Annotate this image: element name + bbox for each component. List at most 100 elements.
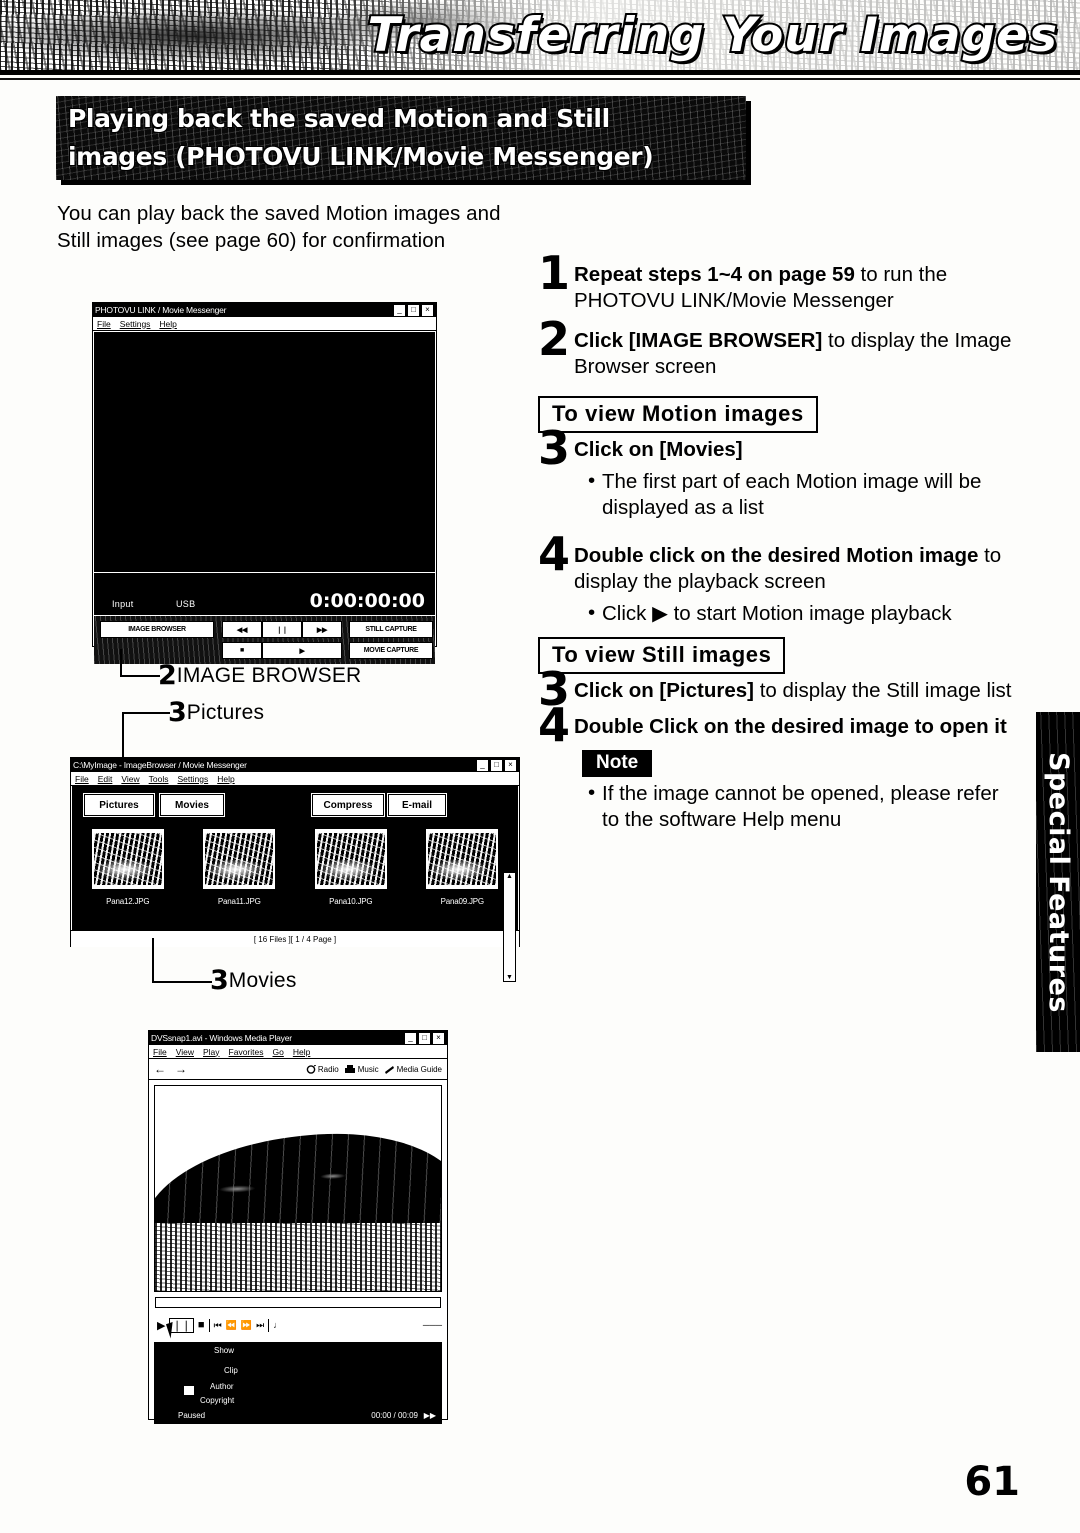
step-3-still-rest: to display the Still image list	[754, 679, 1012, 702]
step-1-bold: Repeat steps 1~4 on page 59	[574, 263, 855, 286]
mute-icon[interactable]: ♩	[273, 1320, 282, 1330]
callout-3b-number: 3	[210, 965, 229, 996]
play-triangle-icon: ▶	[652, 602, 668, 625]
info-clip-label: Clip	[224, 1366, 238, 1375]
tab-pictures[interactable]: Pictures	[84, 794, 154, 816]
menu-settings[interactable]: Settings	[177, 774, 208, 784]
step-4-number: 4	[538, 527, 571, 581]
menu-go[interactable]: Go	[273, 1047, 284, 1057]
compress-button[interactable]: Compress	[312, 794, 384, 816]
menu-file[interactable]: File	[75, 774, 89, 784]
fast-forward-button[interactable]: ⏩	[241, 1320, 252, 1331]
menu-tools[interactable]: Tools	[149, 774, 169, 784]
email-button[interactable]: E-mail	[388, 794, 446, 816]
step-2-bold: Click [IMAGE BROWSER]	[574, 329, 823, 352]
scroll-down-icon[interactable]: ▼	[506, 974, 513, 981]
thumbnail-item[interactable]: Pana10.JPG	[295, 829, 407, 906]
info-more-icon: ▶▶	[423, 1411, 436, 1420]
close-icon[interactable]: ×	[432, 1031, 445, 1045]
info-copyright-label: Copyright	[200, 1396, 235, 1405]
maximize-icon[interactable]: □	[407, 303, 420, 317]
shot3-toolbar: ← → Radio Music Media Guide	[149, 1059, 447, 1080]
callout-movies: 3Movies	[210, 965, 297, 996]
thumbnail-scrollbar[interactable]: ▲ ▼	[503, 872, 516, 982]
note-bullet: If the image cannot be opened, please re…	[588, 780, 1013, 833]
callout-leader-3b-horizontal	[152, 981, 212, 984]
seek-bar[interactable]	[155, 1297, 441, 1308]
minimize-icon[interactable]: _	[404, 1031, 417, 1045]
note-bullets: If the image cannot be opened, please re…	[582, 780, 1013, 833]
movie-capture-button[interactable]: MOVIE CAPTURE	[349, 642, 433, 659]
thumbnail-filename: Pana10.JPG	[329, 897, 373, 906]
menu-help[interactable]: Help	[159, 319, 176, 329]
transport-divider	[208, 1318, 210, 1332]
stop-button[interactable]: ■	[222, 642, 262, 659]
back-icon[interactable]: ←	[154, 1062, 169, 1076]
minimize-icon[interactable]: _	[476, 758, 489, 772]
close-icon[interactable]: ×	[504, 758, 517, 772]
volume-slider[interactable]: ───	[423, 1320, 442, 1330]
thumbnail-item[interactable]: Pana11.JPG	[184, 829, 296, 906]
callout-pictures: 3Pictures	[168, 697, 264, 728]
menu-settings[interactable]: Settings	[120, 319, 151, 329]
menu-edit[interactable]: Edit	[98, 774, 113, 784]
menu-help[interactable]: Help	[293, 1047, 310, 1057]
shot3-menubar: File View Play Favorites Go Help	[149, 1045, 447, 1059]
menu-file[interactable]: File	[153, 1047, 167, 1057]
close-icon[interactable]: ×	[421, 303, 434, 317]
shot3-transport-controls: ▶ ❘❘ ■ ⏮ ⏪ ⏩ ⏭ ♩ ───	[154, 1310, 442, 1340]
still-capture-button[interactable]: STILL CAPTURE	[349, 621, 433, 638]
maximize-icon[interactable]: □	[418, 1031, 431, 1045]
radio-button[interactable]: Radio	[306, 1064, 339, 1074]
menu-file[interactable]: File	[97, 319, 111, 329]
step-4-bullets: Click ▶ to start Motion image playback	[538, 600, 1013, 627]
menu-view[interactable]: View	[121, 774, 139, 784]
maximize-icon[interactable]: □	[490, 758, 503, 772]
menu-help[interactable]: Help	[217, 774, 234, 784]
timecode-display: 0:00:00:00	[309, 590, 425, 612]
step-4-bullet-b: to start Motion image playback	[667, 602, 952, 625]
scroll-up-icon[interactable]: ▲	[506, 873, 513, 880]
subheading-motion-images: To view Motion images	[538, 396, 818, 433]
forward-icon[interactable]: →	[175, 1062, 190, 1076]
shot1-titlebar: PHOTOVU LINK / Movie Messenger _ □ ×	[93, 303, 436, 317]
step-4-motion: 4 Double click on the desired Motion ima…	[538, 531, 1013, 595]
menu-play[interactable]: Play	[203, 1047, 220, 1057]
shot1-video-area	[94, 332, 435, 572]
menu-favorites[interactable]: Favorites	[229, 1047, 264, 1057]
media-guide-button[interactable]: Media Guide	[384, 1065, 442, 1074]
step-4-still-bold: Double Click on the desired image to ope…	[574, 715, 1007, 738]
shot2-menubar: File Edit View Tools Settings Help	[71, 772, 519, 786]
media-info-icon	[184, 1386, 194, 1395]
callout-2-label: IMAGE BROWSER	[176, 664, 362, 687]
rewind-button[interactable]: ◀◀	[222, 621, 262, 638]
image-browser-button[interactable]: IMAGE BROWSER	[100, 621, 214, 638]
callout-3a-label: Pictures	[186, 701, 265, 724]
previous-button[interactable]: ⏮	[214, 1320, 222, 1331]
tab-movies[interactable]: Movies	[160, 794, 224, 816]
thumbnail-item[interactable]: Pana12.JPG	[72, 829, 184, 906]
music-label: Music	[357, 1064, 379, 1074]
callout-2-number: 2	[158, 660, 177, 691]
rewind-button[interactable]: ⏪	[226, 1320, 237, 1331]
minimize-icon[interactable]: _	[393, 303, 406, 317]
shot1-status-row: Input USB 0:00:00:00	[94, 573, 435, 615]
stop-button[interactable]: ■	[198, 1319, 205, 1331]
fast-forward-button[interactable]: ▶▶	[302, 621, 342, 638]
thumbnail-item[interactable]: Pana09.JPG	[407, 829, 519, 906]
menu-view[interactable]: View	[176, 1047, 194, 1057]
next-button[interactable]: ⏭	[256, 1320, 264, 1331]
step-3-motion: 3 Click on [Movies]	[538, 425, 1013, 471]
info-show-label: Show	[214, 1346, 235, 1355]
pause-button[interactable]: ❘❘	[262, 621, 302, 638]
callout-leader-2-vertical	[120, 649, 123, 677]
play-button[interactable]: ▶	[157, 1319, 165, 1332]
step-4-bullet: Click ▶ to start Motion image playback	[588, 600, 1013, 627]
radio-icon	[306, 1064, 316, 1074]
input-label: Input	[112, 599, 134, 609]
screenshot-media-player: DVSsnap1.avi - Windows Media Player _ □ …	[148, 1030, 448, 1424]
play-button[interactable]: ▶	[262, 642, 342, 659]
step-4-bold: Double click on the desired Motion image	[574, 544, 979, 567]
page-title: Transferring Your Images	[366, 6, 1059, 65]
music-button[interactable]: Music	[344, 1064, 379, 1074]
